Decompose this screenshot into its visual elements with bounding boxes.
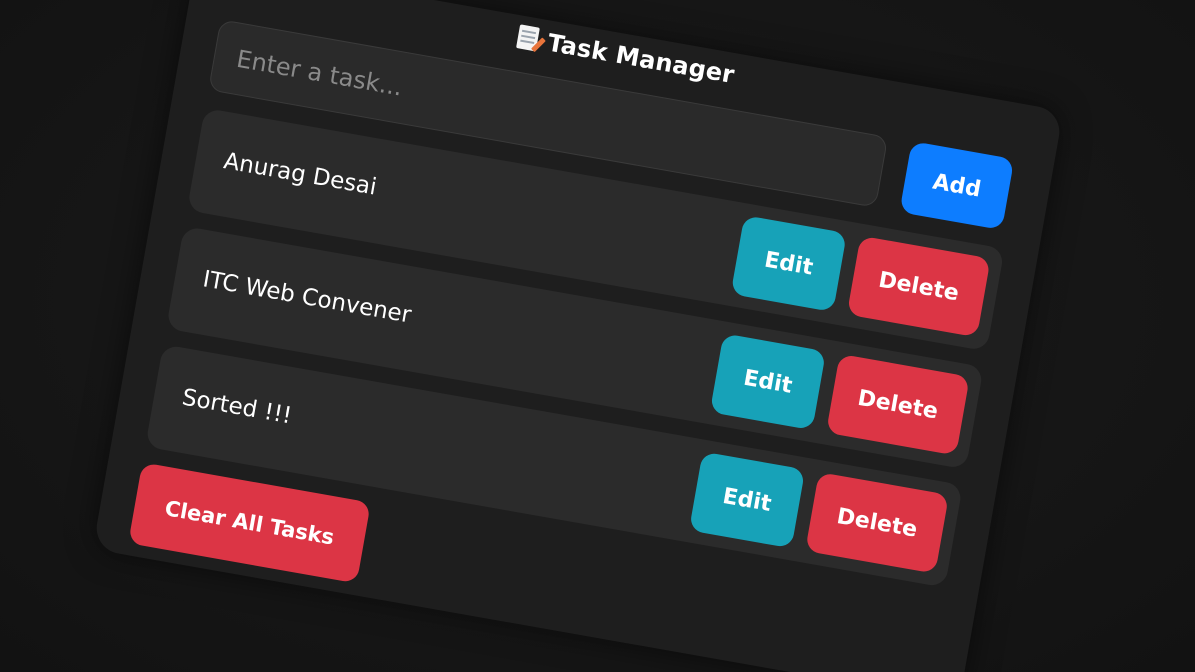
edit-task-button[interactable]: Edit — [709, 333, 827, 431]
edit-task-button[interactable]: Edit — [730, 215, 847, 313]
page-title-text: Task Manager — [545, 28, 737, 90]
edit-task-button[interactable]: Edit — [688, 451, 806, 549]
task-text: Sorted !!! — [180, 384, 294, 430]
memo-icon — [516, 24, 541, 52]
task-text: Anurag Desai — [221, 148, 379, 201]
delete-task-button[interactable]: Delete — [825, 353, 970, 456]
task-manager-card: Task Manager Add Anurag Desai Edit Delet… — [92, 0, 1064, 672]
page-background: Task Manager Add Anurag Desai Edit Delet… — [0, 0, 1195, 672]
task-text: ITC Web Convener — [200, 266, 414, 329]
add-task-button[interactable]: Add — [899, 141, 1015, 231]
delete-task-button[interactable]: Delete — [846, 235, 991, 338]
delete-task-button[interactable]: Delete — [805, 472, 949, 574]
